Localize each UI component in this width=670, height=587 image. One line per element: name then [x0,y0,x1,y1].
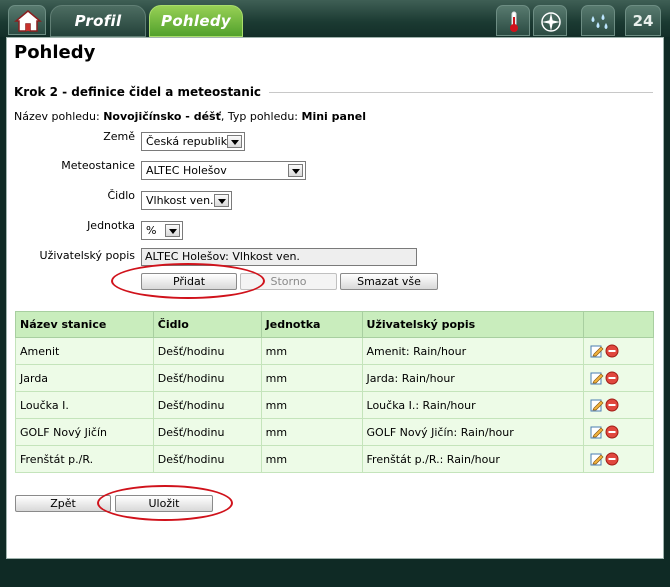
highlight-ellipse-add [111,263,265,299]
section-title: Krok 2 - definice čidel a meteostanic [14,85,270,99]
highlight-ellipse-save [97,485,233,521]
thermometer-icon [510,11,518,32]
edit-icon[interactable] [590,344,604,358]
history-24h-button[interactable]: 24 [625,5,661,36]
page-title: Pohledy [14,42,96,63]
cell-sensor: Dešť/hodinu [152,445,262,473]
country-value: Česká republika [146,135,234,148]
cell-actions [583,445,654,473]
cell-unit: mm [260,391,363,419]
edit-icon[interactable] [590,371,604,385]
unit-value: % [146,224,157,237]
delete-icon[interactable] [605,344,619,358]
station-select[interactable]: ALTEC Holešov [141,161,306,180]
country-select[interactable]: Česká republika [141,132,245,151]
wind-button[interactable] [533,5,567,36]
column-header-sensor: Čidlo [152,311,262,338]
table-row: GOLF Nový Jičín Dešť/hodinu mm GOLF Nový Ji… [15,418,654,446]
cell-sensor: Dešť/hodinu [152,418,262,446]
cell-description: Loučka I.: Rain/hour [361,391,585,419]
compass-icon [541,12,561,32]
cell-station: Loučka I. [15,391,154,419]
cell-unit: mm [260,445,363,473]
unit-select[interactable]: % [141,221,183,240]
cell-sensor: Dešť/hodinu [152,364,262,392]
station-label: Meteostanice [61,159,135,172]
chevron-down-icon [227,135,242,148]
cell-unit: mm [260,364,363,392]
view-type: Mini panel [301,110,367,123]
delete-icon[interactable] [605,371,619,385]
rain-button[interactable] [581,5,615,36]
delete-icon[interactable] [605,452,619,466]
table-row: Frenštát p./R. Dešť/hodinu mm Frenštát p./R… [15,445,654,473]
cell-description: GOLF Nový Jičín: Rain/hour [361,418,585,446]
station-value: ALTEC Holešov [146,164,227,177]
cell-unit: mm [260,337,363,365]
chevron-down-icon [288,164,303,177]
cell-description: Amenit: Rain/hour [361,337,585,365]
unit-label: Jednotka [87,219,135,232]
rain-drops-icon [591,14,608,29]
chevron-down-icon [165,224,180,237]
cell-station: GOLF Nový Jičín [15,418,154,446]
cell-sensor: Dešť/hodinu [152,337,262,365]
description-label: Uživatelský popis [39,249,135,262]
table-row: Jarda Dešť/hodinu mm Jarda: Rain/hour [15,364,654,392]
view-info: Název pohledu: Novojičínsko - déšť, Typ … [14,110,366,123]
chevron-down-icon [214,194,229,207]
delete-icon[interactable] [605,425,619,439]
table-row: Amenit Dešť/hodinu mm Amenit: Rain/hour [15,337,654,365]
table-header-row: Název stanice Čidlo Jednotka Uživatelský… [15,311,654,338]
edit-icon[interactable] [590,398,604,412]
column-header-unit: Jednotka [260,311,363,338]
sensor-table: Název stanice Čidlo Jednotka Uživatelský… [15,311,654,473]
cell-station: Amenit [15,337,154,365]
top-navigation: Profil Pohledy 24 [0,0,670,37]
cell-actions [583,337,654,365]
view-name: Novojičínsko - déšť [103,110,221,123]
cell-description: Jarda: Rain/hour [361,364,585,392]
cell-description: Frenštát p./R.: Rain/hour [361,445,585,473]
sensor-select[interactable]: Vlhkost ven. [141,191,232,210]
sensor-value: Vlhkost ven. [146,194,214,207]
view-name-label: Název pohledu: [14,110,100,123]
sensor-label: Čidlo [107,189,135,202]
cell-station: Jarda [15,364,154,392]
cell-sensor: Dešť/hodinu [152,391,262,419]
column-header-station: Název stanice [15,311,154,338]
cell-actions [583,391,654,419]
country-label: Země [103,130,135,143]
cell-actions [583,418,654,446]
tab-pohledy[interactable]: Pohledy [149,5,243,37]
content-panel: Pohledy Krok 2 - definice čidel a meteos… [6,37,664,559]
section-divider [257,92,653,93]
edit-icon[interactable] [590,425,604,439]
clear-all-button[interactable]: Smazat vše [340,273,438,290]
cell-actions [583,364,654,392]
24h-icon: 24 [632,12,654,30]
table-row: Loučka I. Dešť/hodinu mm Loučka I.: Rain/ho… [15,391,654,419]
view-type-label: , Typ pohledu: [220,110,298,123]
cell-unit: mm [260,418,363,446]
column-header-description: Uživatelský popis [361,311,585,338]
tab-profil[interactable]: Profil [50,5,146,37]
cell-station: Frenštát p./R. [15,445,154,473]
column-header-actions [583,311,654,338]
delete-icon[interactable] [605,398,619,412]
temperature-button[interactable] [496,5,530,36]
edit-icon[interactable] [590,452,604,466]
home-button[interactable] [8,5,46,35]
home-icon [14,10,42,32]
bottom-bar [0,559,670,587]
